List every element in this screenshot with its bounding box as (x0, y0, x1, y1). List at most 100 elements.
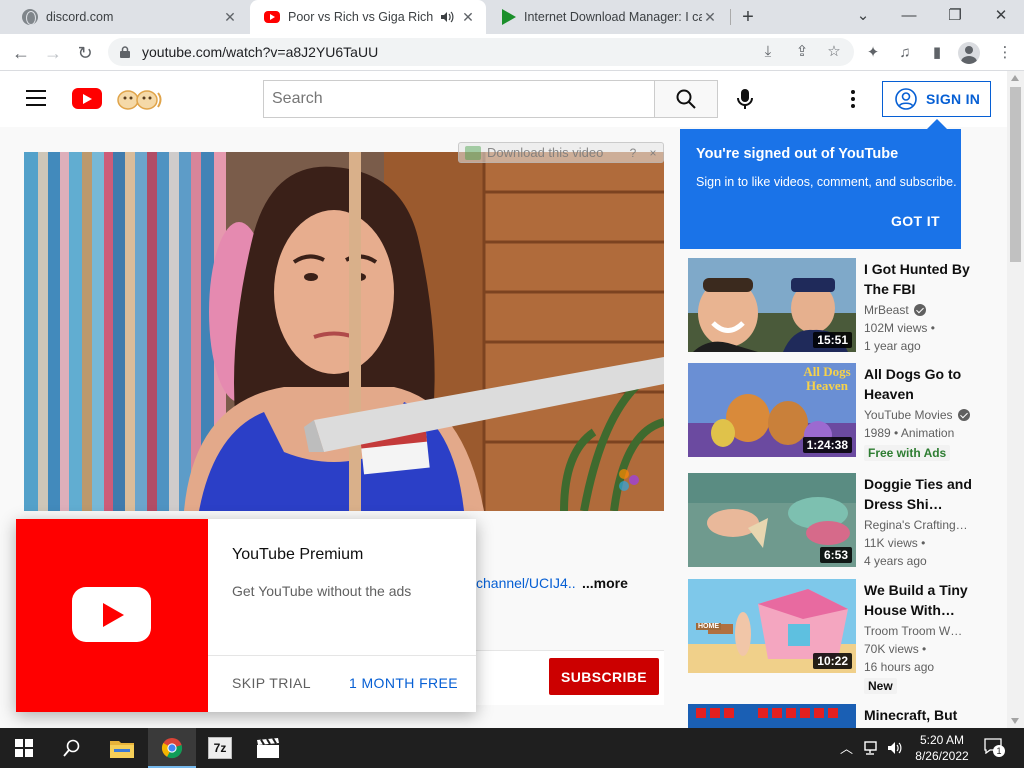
extensions-icon[interactable]: ✦ (863, 43, 883, 63)
youtube-play-icon (72, 587, 151, 642)
sign-in-label: SIGN IN (926, 91, 981, 107)
volume-icon[interactable] (887, 741, 903, 755)
scroll-up-icon[interactable] (1011, 75, 1019, 81)
action-center-button[interactable]: 1 (984, 738, 1005, 757)
recommendation-item[interactable]: Minecraft, But (688, 704, 988, 728)
idm-download-panel[interactable]: Download this video ? × (458, 142, 664, 163)
bookmark-star-icon[interactable]: ☆ (824, 42, 844, 62)
video-thumbnail[interactable]: All Dogs Heaven 1:24:38 (688, 363, 856, 457)
recommendation-item[interactable]: 6:53 Doggie Ties and Dress Shi… Regina's… (688, 473, 988, 573)
reload-button[interactable]: ↻ (72, 40, 98, 66)
close-icon[interactable]: ✕ (222, 9, 238, 25)
file-explorer-button[interactable] (98, 728, 146, 768)
minimize-button[interactable]: — (894, 4, 924, 28)
video-meta: 1989 • Animation (864, 426, 955, 440)
user-circle-icon (895, 88, 917, 110)
clock-time: 5:20 AM (919, 733, 965, 747)
recommendation-item[interactable]: All Dogs Heaven 1:24:38 All Dogs Go to H… (688, 363, 988, 463)
restore-button[interactable]: ❐ (940, 4, 970, 28)
channel-name[interactable]: YouTube Movies (864, 408, 970, 422)
scrollbar-thumb[interactable] (1010, 87, 1021, 262)
search-icon (63, 739, 80, 757)
share-icon[interactable]: ⇪ (792, 42, 812, 62)
verified-icon (913, 304, 926, 316)
bubble-text: Sign in to like videos, comment, and sub… (696, 175, 957, 189)
address-bar[interactable]: youtube.com/watch?v=a8J2YU6TaUU ⤓ ⇪ ☆ (108, 38, 854, 66)
taskbar-search-button[interactable] (48, 728, 96, 768)
description-link[interactable]: channel/UCIJ4.. (476, 575, 576, 591)
upload-age: 1 year ago (864, 339, 921, 353)
settings-menu-icon[interactable] (845, 88, 861, 110)
channel-name[interactable]: Troom Troom W… (864, 624, 962, 638)
video-app-button[interactable] (244, 728, 292, 768)
tab-discord[interactable]: discord.com ✕ (8, 0, 248, 34)
tab-search-button[interactable]: ⌄ (848, 4, 878, 28)
search-icon (676, 89, 696, 109)
video-title[interactable]: Doggie Ties and Dress Shi… (864, 474, 972, 514)
network-icon[interactable] (864, 741, 880, 755)
channel-name-text: YouTube Movies (864, 408, 953, 422)
scroll-down-icon[interactable] (1011, 718, 1019, 724)
duration-badge: 1:24:38 (802, 437, 852, 453)
back-button[interactable]: ← (8, 40, 34, 66)
recommendation-item[interactable]: 15:51 I Got Hunted By The FBI MrBeast 10… (688, 258, 988, 358)
youtube-doodle-icon[interactable] (114, 85, 164, 113)
tab-idm[interactable]: Internet Download Manager: I ca ✕ (488, 0, 728, 34)
browser-menu-icon[interactable]: ⋮ (995, 43, 1015, 63)
video-title[interactable]: I Got Hunted By The FBI (864, 259, 972, 299)
help-icon[interactable]: ? (625, 146, 641, 160)
video-title[interactable]: Minecraft, But (864, 705, 972, 725)
premium-banner (16, 519, 208, 712)
month-free-button[interactable]: 1 MONTH FREE (349, 675, 458, 691)
got-it-button[interactable]: GOT IT (891, 213, 940, 229)
close-icon[interactable]: ✕ (702, 9, 718, 25)
microphone-icon[interactable] (730, 84, 760, 114)
page-viewport: SIGN IN (0, 71, 1024, 728)
profile-avatar[interactable] (958, 42, 980, 64)
show-hidden-icons[interactable]: ︿ (840, 738, 853, 757)
start-button[interactable] (0, 728, 48, 768)
close-window-button[interactable]: ✕ (986, 4, 1016, 28)
show-more-button[interactable]: ...more (582, 575, 628, 591)
subscribe-button[interactable]: SUBSCRIBE (549, 658, 659, 695)
search-button[interactable] (654, 80, 718, 118)
lock-icon[interactable] (120, 46, 130, 58)
side-panel-icon[interactable]: ▮ (927, 43, 947, 63)
premium-title: YouTube Premium (232, 546, 364, 563)
media-control-icon[interactable]: ♫ (895, 43, 915, 63)
view-count: 11K views • (864, 536, 926, 550)
video-title[interactable]: We Build a Tiny House With… (864, 580, 972, 620)
channel-name[interactable]: Regina's Crafting… (864, 518, 968, 532)
thumbnail-image (688, 704, 856, 728)
search-input[interactable] (263, 80, 655, 118)
video-title[interactable]: All Dogs Go to Heaven (864, 364, 972, 404)
video-thumbnail[interactable]: HOME 10:22 (688, 579, 856, 673)
notification-count: 1 (993, 745, 1005, 757)
page-scrollbar[interactable] (1007, 71, 1024, 728)
new-tab-button[interactable]: + (737, 6, 759, 28)
recommendation-item[interactable]: HOME 10:22 We Build a Tiny House With… T… (688, 579, 988, 694)
tab-youtube[interactable]: Poor vs Rich vs Giga Rich Pre ✕ (250, 0, 486, 34)
video-player[interactable] (24, 152, 664, 511)
channel-name[interactable]: MrBeast (864, 303, 926, 317)
video-thumbnail[interactable]: 15:51 (688, 258, 856, 352)
skip-trial-button[interactable]: SKIP TRIAL (232, 675, 311, 691)
chrome-taskbar-button[interactable] (148, 728, 196, 768)
browser-toolbar: ← → ↻ youtube.com/watch?v=a8J2YU6TaUU ⤓ … (0, 34, 1024, 71)
start-icon (15, 739, 33, 757)
close-icon[interactable]: × (645, 146, 661, 160)
install-icon[interactable]: ⤓ (758, 42, 778, 62)
speaker-icon[interactable] (440, 11, 454, 23)
video-thumbnail[interactable] (688, 704, 856, 728)
idm-icon (502, 9, 516, 25)
youtube-logo[interactable] (72, 88, 102, 109)
premium-subtitle: Get YouTube without the ads (232, 583, 412, 599)
hamburger-menu-icon[interactable] (26, 90, 46, 106)
7zip-button[interactable]: 7z (196, 728, 244, 768)
close-icon[interactable]: ✕ (460, 9, 476, 25)
forward-button[interactable]: → (40, 40, 66, 66)
sign-in-button[interactable]: SIGN IN (882, 81, 991, 117)
system-clock[interactable]: 5:20 AM 8/26/2022 (912, 732, 972, 764)
thumbnail-sign-art: HOME (696, 623, 721, 630)
video-thumbnail[interactable]: 6:53 (688, 473, 856, 567)
